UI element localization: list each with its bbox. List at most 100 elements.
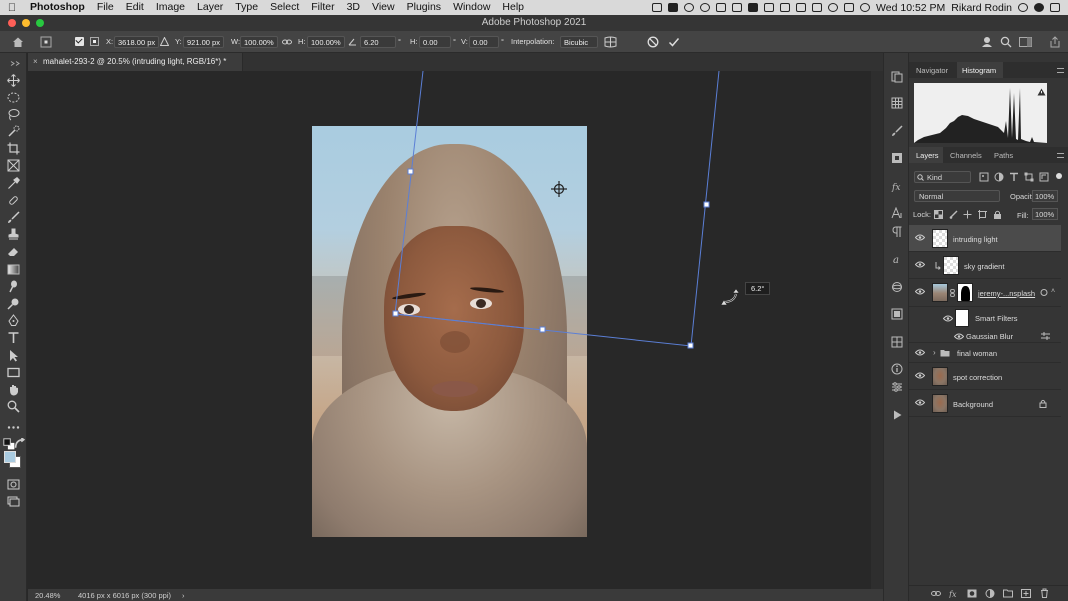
blend-mode-select[interactable]: Normal: [914, 190, 1000, 202]
relative-position-icon[interactable]: [160, 37, 169, 46]
angle-field[interactable]: 6.20: [360, 36, 396, 48]
document-tab-title[interactable]: mahalet-293-2 @ 20.5% (intruding light, …: [43, 57, 226, 66]
layer-filter-select[interactable]: Kind: [914, 171, 971, 183]
smudge-tool-icon[interactable]: [7, 280, 20, 293]
width-field[interactable]: 100.00%: [240, 36, 278, 48]
tab-navigator[interactable]: Navigator: [916, 66, 948, 75]
home-icon[interactable]: [12, 36, 24, 48]
layer-mask-thumbnail[interactable]: [957, 283, 973, 302]
layer-name[interactable]: Background: [953, 400, 993, 409]
type-tool-icon[interactable]: [7, 331, 20, 344]
new-group-icon[interactable]: [1003, 589, 1013, 598]
delete-layer-icon[interactable]: [1040, 588, 1049, 598]
app-status-icon[interactable]: [716, 3, 727, 12]
zoom-tool-icon[interactable]: [7, 400, 20, 413]
x-field[interactable]: 3618.00 px: [114, 36, 160, 48]
marquee-tool-icon[interactable]: [7, 91, 20, 104]
tab-paths[interactable]: Paths: [994, 151, 1013, 160]
apple-icon[interactable]: : [0, 2, 24, 14]
zoom-level[interactable]: 20.48%: [35, 591, 60, 600]
transform-bounding-box[interactable]: [28, 71, 871, 589]
menu-view[interactable]: View: [366, 0, 401, 15]
control-center-icon[interactable]: [1050, 3, 1060, 12]
lock-all-icon[interactable]: [993, 210, 1002, 219]
screen-mode-icon[interactable]: [7, 495, 20, 508]
transform-handle-bottom-right[interactable]: [687, 342, 694, 349]
warp-mode-icon[interactable]: [604, 36, 617, 48]
menu-select[interactable]: Select: [264, 0, 305, 15]
menu-user[interactable]: Rikard Rodin: [951, 2, 1012, 14]
layer-comps-panel-icon[interactable]: [891, 308, 903, 320]
reference-point-icon[interactable]: [40, 36, 52, 48]
lock-position-icon[interactable]: [963, 210, 972, 219]
crop-tool-icon[interactable]: [7, 142, 20, 155]
y-field[interactable]: 921.00 px: [183, 36, 224, 48]
quick-mask-icon[interactable]: [7, 478, 20, 491]
canvas-vertical-scrollbar[interactable]: [871, 71, 883, 589]
layer-thumbnail[interactable]: [932, 283, 948, 302]
bookmark-icon[interactable]: [748, 3, 759, 12]
layer-row-spot-correction[interactable]: spot correction: [909, 363, 1061, 390]
visibility-eye-icon[interactable]: [915, 372, 925, 379]
vertical-skew-field[interactable]: 0.00: [469, 36, 499, 48]
layer-name[interactable]: spot correction: [953, 373, 1002, 382]
filter-adjustment-icon[interactable]: [994, 172, 1004, 182]
layer-row-intruding-light[interactable]: intruding light: [909, 225, 1061, 252]
battery-icon[interactable]: [812, 3, 823, 12]
reference-point-crosshair-icon[interactable]: [551, 181, 567, 197]
edit-toolbar-icon[interactable]: [7, 421, 20, 434]
swap-colors-icon[interactable]: [14, 438, 26, 448]
tab-channels[interactable]: Channels: [950, 151, 982, 160]
transform-handle-left-mid[interactable]: [407, 168, 414, 175]
layers-panel-menu-icon[interactable]: [1057, 153, 1064, 158]
paragraph-panel-icon[interactable]: [891, 226, 903, 238]
eraser-tool-icon[interactable]: [7, 245, 20, 258]
visibility-eye-icon[interactable]: [915, 234, 925, 241]
layer-row-background[interactable]: Background: [909, 390, 1061, 417]
status-menu-arrow[interactable]: ›: [182, 591, 185, 600]
layer-name[interactable]: sky gradient: [964, 262, 1004, 271]
quick-selection-tool-icon[interactable]: [7, 125, 20, 138]
transform-handle-bottom-mid[interactable]: [539, 326, 546, 333]
filter-smart-object-icon[interactable]: [1039, 172, 1049, 182]
menu-image[interactable]: Image: [150, 0, 191, 15]
share-icon[interactable]: [1049, 36, 1061, 48]
layer-row-final-woman[interactable]: › final woman: [909, 343, 1061, 363]
transform-handle-right-mid[interactable]: [703, 201, 710, 208]
interpolation-select[interactable]: Bicubic: [560, 36, 598, 48]
pen-tool-icon[interactable]: [7, 314, 20, 327]
filter-shape-icon[interactable]: [1024, 172, 1034, 182]
height-field[interactable]: 100.00%: [307, 36, 345, 48]
clone-stamp-tool-icon[interactable]: [7, 228, 20, 241]
filter-pixel-icon[interactable]: [979, 172, 989, 182]
info-panel-icon[interactable]: [891, 363, 903, 375]
glyphs-panel-icon[interactable]: a: [891, 253, 903, 265]
healing-brush-tool-icon[interactable]: [7, 194, 20, 207]
cancel-transform-icon[interactable]: [647, 36, 659, 48]
layer-thumbnail[interactable]: [932, 229, 948, 248]
new-adjustment-layer-icon[interactable]: [985, 589, 995, 598]
move-tool-icon[interactable]: [7, 74, 20, 87]
menu-help[interactable]: Help: [496, 0, 530, 15]
swatches-panel-icon[interactable]: [891, 97, 903, 109]
smart-filter-badge-icon[interactable]: [1040, 289, 1048, 296]
eyedropper-tool-icon[interactable]: [7, 177, 20, 190]
foreground-color-swatch[interactable]: [4, 451, 16, 463]
actions-panel-icon[interactable]: [891, 409, 903, 421]
document-canvas[interactable]: 6.2°: [28, 71, 871, 589]
filter-blending-options-icon[interactable]: [1041, 332, 1050, 340]
share-user-icon[interactable]: [981, 36, 993, 48]
link-icon[interactable]: [282, 38, 292, 46]
history-panel-icon[interactable]: [891, 71, 903, 83]
link-layers-icon[interactable]: [931, 589, 941, 598]
transform-handle-bottom-left[interactable]: [392, 310, 399, 317]
rectangle-tool-icon[interactable]: [7, 366, 20, 379]
layer-name[interactable]: jeremy-...nsplash: [978, 289, 1035, 298]
adjustments-panel-icon[interactable]: [891, 381, 903, 393]
mask-link-icon[interactable]: [950, 289, 955, 297]
visibility-eye-icon[interactable]: [915, 349, 925, 356]
visibility-eye-icon[interactable]: [915, 288, 925, 295]
path-selection-tool-icon[interactable]: [7, 349, 20, 362]
dodge-tool-icon[interactable]: [7, 297, 20, 310]
layer-thumbnail[interactable]: [932, 367, 948, 386]
